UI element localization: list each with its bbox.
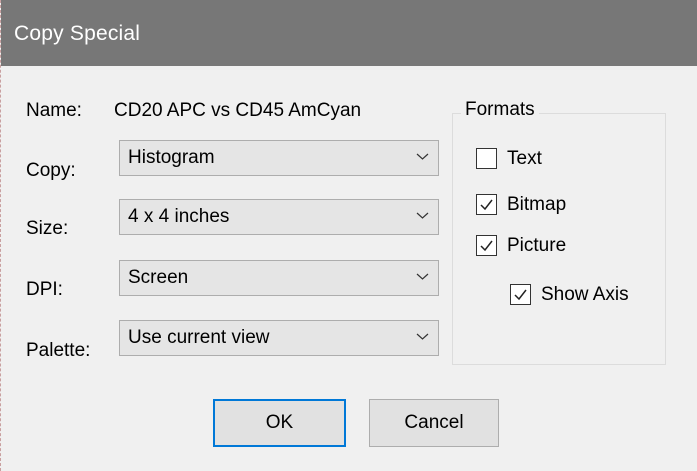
copy-select-value: Histogram: [128, 147, 215, 168]
text-checkbox[interactable]: [476, 148, 497, 169]
name-value: CD20 APC vs CD45 AmCyan: [114, 100, 362, 121]
picture-checkbox[interactable]: [476, 235, 497, 256]
size-select[interactable]: 4 x 4 inches: [119, 199, 439, 235]
checkmark-icon: [480, 240, 493, 252]
checkmark-icon: [514, 289, 527, 301]
size-select-value: 4 x 4 inches: [128, 206, 230, 227]
cancel-button[interactable]: Cancel: [369, 399, 499, 447]
palette-select-value: Use current view: [128, 327, 270, 348]
copy-select[interactable]: Histogram: [119, 140, 439, 176]
ok-button[interactable]: OK: [213, 399, 346, 447]
dpi-label: DPI:: [26, 279, 63, 300]
show-axis-checkbox-label: Show Axis: [541, 284, 629, 305]
chevron-down-icon: [416, 273, 429, 280]
dpi-select-value: Screen: [128, 267, 189, 288]
bitmap-checkbox-label: Bitmap: [507, 194, 567, 215]
title-bar[interactable]: Copy Special: [1, 0, 697, 66]
dpi-select[interactable]: Screen: [119, 260, 439, 296]
palette-label: Palette:: [26, 340, 91, 361]
bitmap-checkbox[interactable]: [476, 194, 497, 215]
chevron-down-icon: [416, 333, 429, 340]
checkmark-icon: [480, 199, 493, 211]
text-checkbox-label: Text: [507, 148, 542, 169]
copy-special-dialog: Copy Special Name: CD20 APC vs CD45 AmCy…: [0, 0, 697, 471]
size-label: Size:: [26, 218, 69, 239]
palette-select[interactable]: Use current view: [119, 320, 439, 356]
show-axis-checkbox[interactable]: [510, 284, 531, 305]
formats-title: Formats: [461, 99, 539, 121]
chevron-down-icon: [416, 212, 429, 219]
copy-label: Copy:: [26, 160, 76, 181]
picture-checkbox-label: Picture: [507, 235, 567, 256]
name-label: Name:: [26, 100, 82, 121]
window-title: Copy Special: [14, 22, 141, 45]
chevron-down-icon: [416, 153, 429, 160]
